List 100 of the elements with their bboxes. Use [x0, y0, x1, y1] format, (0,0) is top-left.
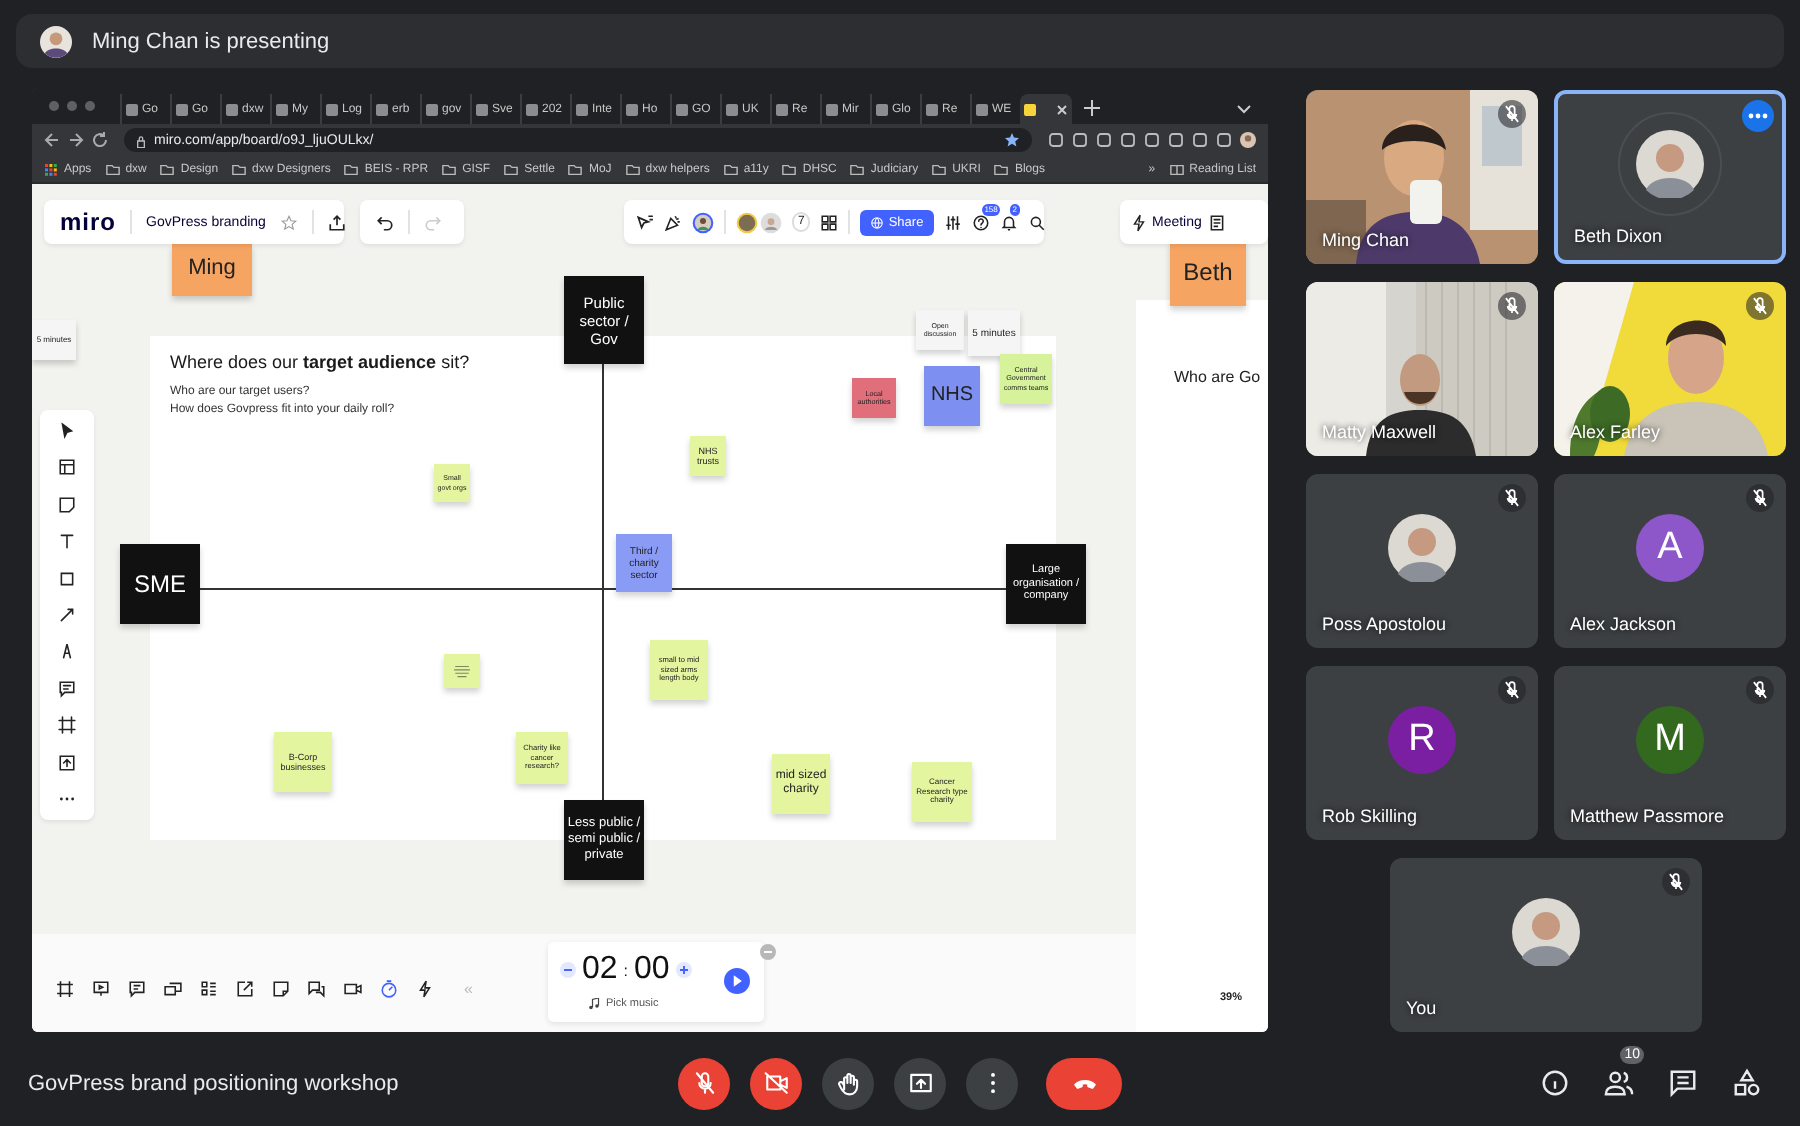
participant-tile[interactable]: Poss Apostolou [1306, 474, 1538, 648]
favicon-icon [226, 103, 238, 115]
comment-icon[interactable] [58, 679, 76, 698]
folder-icon [568, 163, 583, 175]
leave-call-button[interactable] [1046, 1057, 1122, 1109]
people-icon [1603, 1068, 1633, 1098]
participant-name: You [1406, 998, 1437, 1018]
video-icon[interactable] [344, 980, 362, 998]
template-icon[interactable] [58, 458, 76, 477]
info-icon [1539, 1068, 1569, 1098]
chevron-down-icon[interactable] [1236, 100, 1252, 116]
favicon-icon [126, 103, 138, 115]
present-icon[interactable] [92, 980, 110, 998]
frame-icon[interactable] [58, 716, 76, 735]
help-icon[interactable] [971, 213, 990, 231]
avatar [1636, 129, 1704, 197]
cursor-icon[interactable] [636, 213, 654, 231]
favicon-icon [326, 103, 338, 115]
participant-tile[interactable]: M Matthew Passmore [1554, 666, 1786, 840]
camera-off-icon [763, 1070, 789, 1096]
avatar[interactable] [692, 211, 714, 233]
favicon-icon [776, 103, 788, 115]
microphone-button[interactable] [678, 1057, 730, 1109]
undo-icon[interactable] [376, 213, 394, 231]
avatar[interactable] [736, 211, 758, 233]
microphone-off-icon [691, 1070, 717, 1096]
participant-tile[interactable]: Beth Dixon [1554, 90, 1786, 264]
cursor-icon[interactable] [58, 422, 76, 440]
lock-icon [136, 133, 146, 147]
favicon-icon [676, 103, 688, 115]
sticky-note-icon[interactable] [58, 495, 76, 514]
share-icon[interactable] [236, 980, 254, 998]
upload-icon[interactable] [58, 753, 76, 772]
favicon-icon [426, 103, 438, 115]
back-icon[interactable] [44, 132, 60, 148]
present-button[interactable] [894, 1057, 946, 1109]
participant-tile[interactable]: Matty Maxwell [1306, 282, 1538, 456]
camera-button[interactable] [750, 1057, 802, 1109]
timer-minutes[interactable]: 02 [582, 952, 618, 988]
folder-icon [994, 163, 1009, 175]
participant-name: Alex Jackson [1570, 614, 1677, 634]
favicon-icon [526, 103, 538, 115]
reload-icon[interactable] [92, 132, 108, 148]
close-icon[interactable] [1056, 103, 1068, 115]
plus-button[interactable] [675, 962, 692, 978]
timer-icon[interactable] [380, 980, 398, 998]
frame-icon[interactable] [56, 980, 74, 998]
timer-seconds[interactable]: 00 [634, 952, 670, 988]
settings-icon[interactable] [943, 213, 962, 231]
folder-icon [850, 163, 865, 175]
note-icon[interactable] [272, 980, 290, 998]
window-controls-icon [48, 100, 96, 112]
minus-button[interactable] [560, 962, 576, 978]
music-note-icon [588, 998, 600, 1010]
comment-icon[interactable] [128, 980, 146, 998]
browser-tab[interactable] [1020, 94, 1072, 124]
party-icon[interactable] [664, 213, 682, 231]
line-icon[interactable] [58, 605, 76, 624]
sticky-note[interactable]: Ming [172, 244, 252, 296]
avatar: R [1388, 705, 1456, 773]
sticky-note[interactable]: NHS [924, 366, 980, 426]
participant-name: Matthew Passmore [1570, 806, 1725, 826]
raise-hand-button[interactable] [822, 1057, 874, 1109]
star-icon[interactable] [279, 213, 298, 231]
folder-icon [232, 163, 247, 175]
lightning-icon[interactable] [416, 980, 434, 998]
folder-icon [782, 163, 797, 175]
forward-icon[interactable] [68, 132, 84, 148]
grid-icon[interactable] [820, 213, 839, 231]
favicon-icon [1024, 103, 1036, 115]
pen-icon[interactable] [58, 642, 76, 661]
folder-icon [442, 163, 457, 175]
chat-icon[interactable] [308, 980, 326, 998]
participant-tile[interactable]: Ming Chan [1306, 90, 1538, 264]
star-icon[interactable] [1004, 132, 1020, 148]
avatar [1388, 513, 1456, 581]
miro-logo[interactable]: miro [60, 208, 117, 236]
list-icon[interactable] [200, 980, 218, 998]
folder-icon [625, 163, 640, 175]
profile-avatar[interactable] [1240, 132, 1256, 148]
avatar [1512, 897, 1580, 965]
favicon-icon [376, 103, 388, 115]
participant-name: Matty Maxwell [1322, 422, 1437, 442]
upload-icon[interactable] [327, 213, 346, 231]
play-button[interactable] [724, 968, 750, 994]
sticky-note[interactable]: Beth [1170, 240, 1246, 306]
participant-tile[interactable]: A Alex Jackson [1554, 474, 1786, 648]
avatar [40, 25, 72, 57]
search-icon[interactable] [1027, 213, 1046, 231]
participant-tile[interactable]: You [1390, 858, 1702, 1032]
cards-icon[interactable] [164, 980, 182, 998]
bell-icon[interactable] [999, 213, 1018, 231]
text-tool-icon[interactable] [58, 532, 76, 551]
more-options-button[interactable] [1742, 100, 1774, 132]
square-icon[interactable] [58, 569, 76, 588]
new-tab-icon[interactable] [1084, 100, 1100, 116]
sticky-note[interactable]: SME [120, 544, 200, 624]
favicon-icon [976, 103, 988, 115]
participant-tile[interactable]: R Rob Skilling [1306, 666, 1538, 840]
notes-icon[interactable] [1207, 213, 1226, 231]
